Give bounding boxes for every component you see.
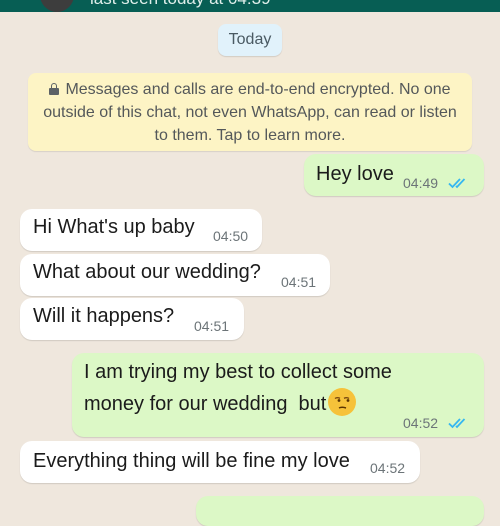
message-time: 04:51 <box>281 274 317 290</box>
message-text: Hi What's up baby <box>33 216 195 238</box>
double-check-icon <box>448 417 470 429</box>
encryption-notice-text: Messages and calls are end-to-end encryp… <box>43 81 457 144</box>
double-check-icon <box>448 177 470 189</box>
chat-area[interactable]: Today Messages and calls are end-to-end … <box>0 12 500 526</box>
message-bubble-outgoing[interactable]: Hey love 04:49 <box>304 154 484 196</box>
last-seen-status: last seen today at 04:39 <box>90 0 271 9</box>
message-text-line-2: money for our wedding but <box>84 388 357 419</box>
message-time: 04:50 <box>213 228 249 244</box>
message-text: What about our wedding? <box>33 261 261 283</box>
message-text: Will it happens? <box>33 305 175 327</box>
message-bubble-incoming[interactable]: Everything thing will be fine my love 04… <box>20 441 420 483</box>
message-bubble-outgoing[interactable]: I am trying my best to collect some mone… <box>72 353 484 437</box>
unamused-face-icon <box>328 388 357 416</box>
message-bubble-incoming[interactable]: What about our wedding? 04:51 <box>20 254 330 296</box>
contact-avatar[interactable] <box>40 0 74 12</box>
message-time: 04:49 <box>403 175 439 191</box>
message-text: Hey love <box>316 163 394 185</box>
message-time: 04:51 <box>194 318 230 334</box>
encryption-notice[interactable]: Messages and calls are end-to-end encryp… <box>28 73 472 151</box>
message-bubble-incoming[interactable]: Will it happens? 04:51 <box>20 298 244 340</box>
chat-header: last seen today at 04:39 <box>0 0 500 12</box>
date-chip: Today <box>218 24 282 56</box>
message-time: 04:52 <box>403 415 439 431</box>
message-time: 04:52 <box>370 460 406 476</box>
message-bubble-incoming[interactable]: Hi What's up baby 04:50 <box>20 209 262 251</box>
message-bubble-outgoing[interactable] <box>196 496 484 526</box>
message-text: money for our wedding but <box>84 393 327 415</box>
lock-icon <box>49 83 60 95</box>
message-text: Everything thing will be fine my love <box>33 450 350 472</box>
message-text-line-1: I am trying my best to collect some <box>84 361 392 383</box>
